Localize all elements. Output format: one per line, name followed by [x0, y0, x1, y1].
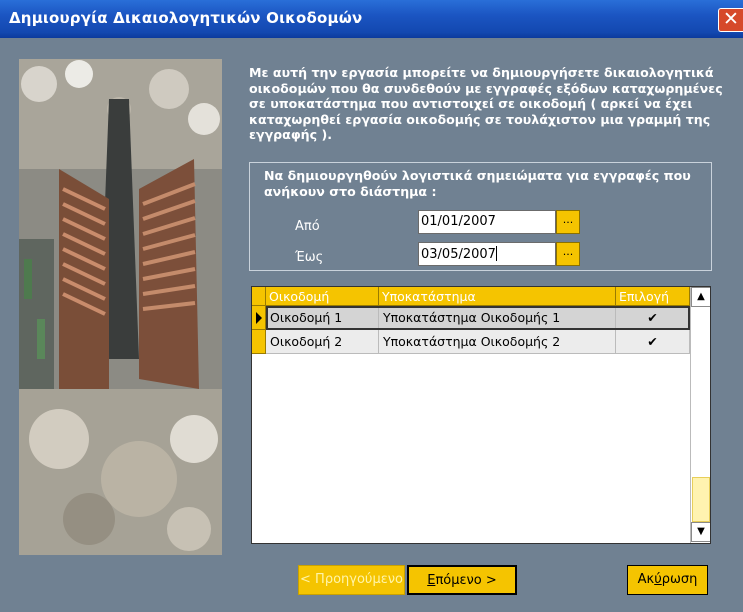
- row-indicator: [252, 330, 266, 354]
- scroll-up-icon[interactable]: ▲: [691, 287, 710, 307]
- cancel-label-end: ρωση: [661, 572, 698, 587]
- to-date-value: 03/05/2007: [421, 247, 496, 262]
- date-range-group: Να δημιουργηθούν λογιστικά σημειώματα γι…: [249, 162, 712, 271]
- column-header-selection[interactable]: Επιλογή: [616, 287, 690, 306]
- text-cursor: [495, 246, 497, 261]
- to-date-field[interactable]: 03/05/2007: [418, 242, 556, 266]
- cell-branch[interactable]: Υποκατάστημα Οικοδομής 2: [379, 330, 616, 354]
- date-range-title: Να δημιουργηθούν λογιστικά σημειώματα γι…: [264, 168, 691, 199]
- close-icon[interactable]: ✕: [718, 8, 743, 32]
- decorative-building-image: [19, 59, 222, 555]
- title-bar[interactable]: Δημιουργία Δικαιολογητικών Οικοδομών ✕: [0, 0, 743, 38]
- from-label: Από: [295, 219, 320, 234]
- to-label: Έως: [295, 250, 324, 265]
- previous-button[interactable]: < Προηγούμενο: [298, 565, 405, 595]
- column-header-branch[interactable]: Υποκατάστημα: [379, 287, 616, 306]
- selection-checkmark[interactable]: ✔: [616, 330, 690, 354]
- cell-building[interactable]: Οικοδομή 1: [266, 306, 379, 330]
- cancel-mnemonic: ύ: [654, 572, 662, 587]
- window-title: Δημιουργία Δικαιολογητικών Οικοδομών: [9, 9, 363, 27]
- buildings-grid[interactable]: Οικοδομή Υποκατάστημα Επιλογή Οικοδομή 1…: [251, 286, 711, 544]
- cell-branch[interactable]: Υποκατάστημα Οικοδομής 1: [379, 306, 616, 330]
- to-date-picker-button[interactable]: ...: [556, 242, 580, 266]
- wizard-body: Με αυτή την εργασία μπορείτε να δημιουργ…: [0, 38, 743, 612]
- scroll-track-top: [692, 307, 710, 502]
- wizard-window: Δημιουργία Δικαιολογητικών Οικοδομών ✕ Μ…: [0, 0, 743, 612]
- vertical-scrollbar[interactable]: ▲ ▼: [690, 287, 710, 543]
- intro-description: Με αυτή την εργασία μπορείτε να δημιουργ…: [249, 65, 723, 142]
- cancel-label-start: Ακ: [637, 572, 655, 587]
- next-label: πόμενο >: [435, 573, 497, 588]
- column-header-building[interactable]: Οικοδομή: [266, 287, 379, 306]
- cancel-button[interactable]: Ακύρωση: [627, 565, 708, 595]
- grid-corner: [252, 287, 266, 306]
- selection-checkmark[interactable]: ✔: [616, 306, 690, 330]
- next-button[interactable]: Επόμενο >: [407, 565, 517, 595]
- building-artwork: [19, 59, 222, 555]
- from-date-picker-button[interactable]: ...: [556, 210, 580, 234]
- scroll-down-icon[interactable]: ▼: [691, 522, 710, 542]
- from-date-field[interactable]: 01/01/2007: [418, 210, 556, 234]
- scroll-thumb[interactable]: [692, 477, 710, 522]
- cell-building[interactable]: Οικοδομή 2: [266, 330, 379, 354]
- current-row-indicator: [252, 306, 266, 330]
